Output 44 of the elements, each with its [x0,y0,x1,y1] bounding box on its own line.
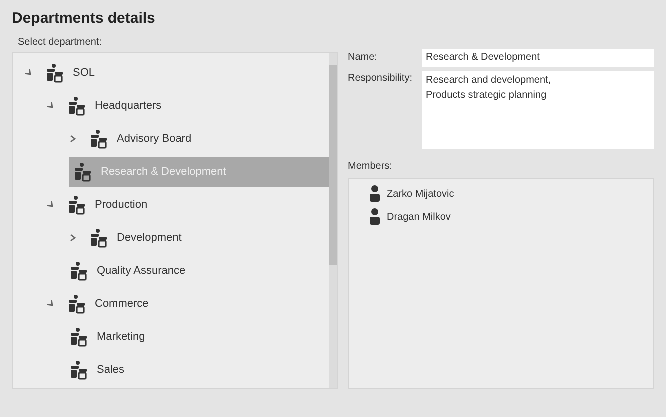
tree-item[interactable]: Marketing [69,322,154,352]
person-icon [369,185,381,203]
member-item[interactable]: Dragan Milkov [369,206,451,228]
tree-item-label: Advisory Board [117,132,192,147]
people-group-icon [45,63,65,83]
tree-item-label: Quality Assurance [97,264,186,279]
responsibility-field[interactable]: Research and development, Products strategic planning [422,70,654,148]
tree-item[interactable]: Development [89,223,190,253]
people-group-icon [89,228,109,248]
people-group-icon [73,162,93,182]
tree-item-label: SOL [73,66,96,81]
tree-item[interactable]: Sales [69,355,133,385]
field-label: Name: [348,51,378,65]
page-title: Departments details [12,9,156,29]
person-icon [369,208,381,226]
people-group-icon [67,294,87,314]
tree-item-label: Production [95,198,148,213]
field-label: Members: [348,160,394,174]
member-item[interactable]: Zarko Mijatovic [369,182,454,206]
expander-icon[interactable] [69,135,77,143]
scrollbar[interactable] [329,52,337,388]
field-label: Select department: [18,36,103,50]
tree-item[interactable]: Advisory Board [89,124,200,154]
people-group-icon [69,327,89,347]
tree-item-label: Sales [97,362,125,378]
tree-item-label: Research & Development [101,164,226,180]
people-group-icon [67,195,87,215]
expander-icon[interactable] [69,234,77,242]
tree-item[interactable]: Production [67,190,156,220]
field-label: Responsibility: [348,72,414,86]
tree-item[interactable]: Headquarters [67,91,170,121]
tree-item[interactable]: Commerce [67,289,157,319]
tree-item-label: Commerce [95,296,149,312]
tree-item-label: Development [117,230,182,246]
tree-item-label: Headquarters [95,98,162,114]
tree-item[interactable]: SOL [45,58,104,88]
people-group-icon [69,261,89,281]
people-group-icon [69,360,89,380]
name-field[interactable]: Research & Development [422,48,654,66]
scrollbar-thumb[interactable] [329,64,337,264]
people-group-icon [67,96,87,116]
people-group-icon [89,129,109,149]
tree-item-label: Marketing [97,330,146,345]
tree-item[interactable]: Quality Assurance [69,256,194,286]
